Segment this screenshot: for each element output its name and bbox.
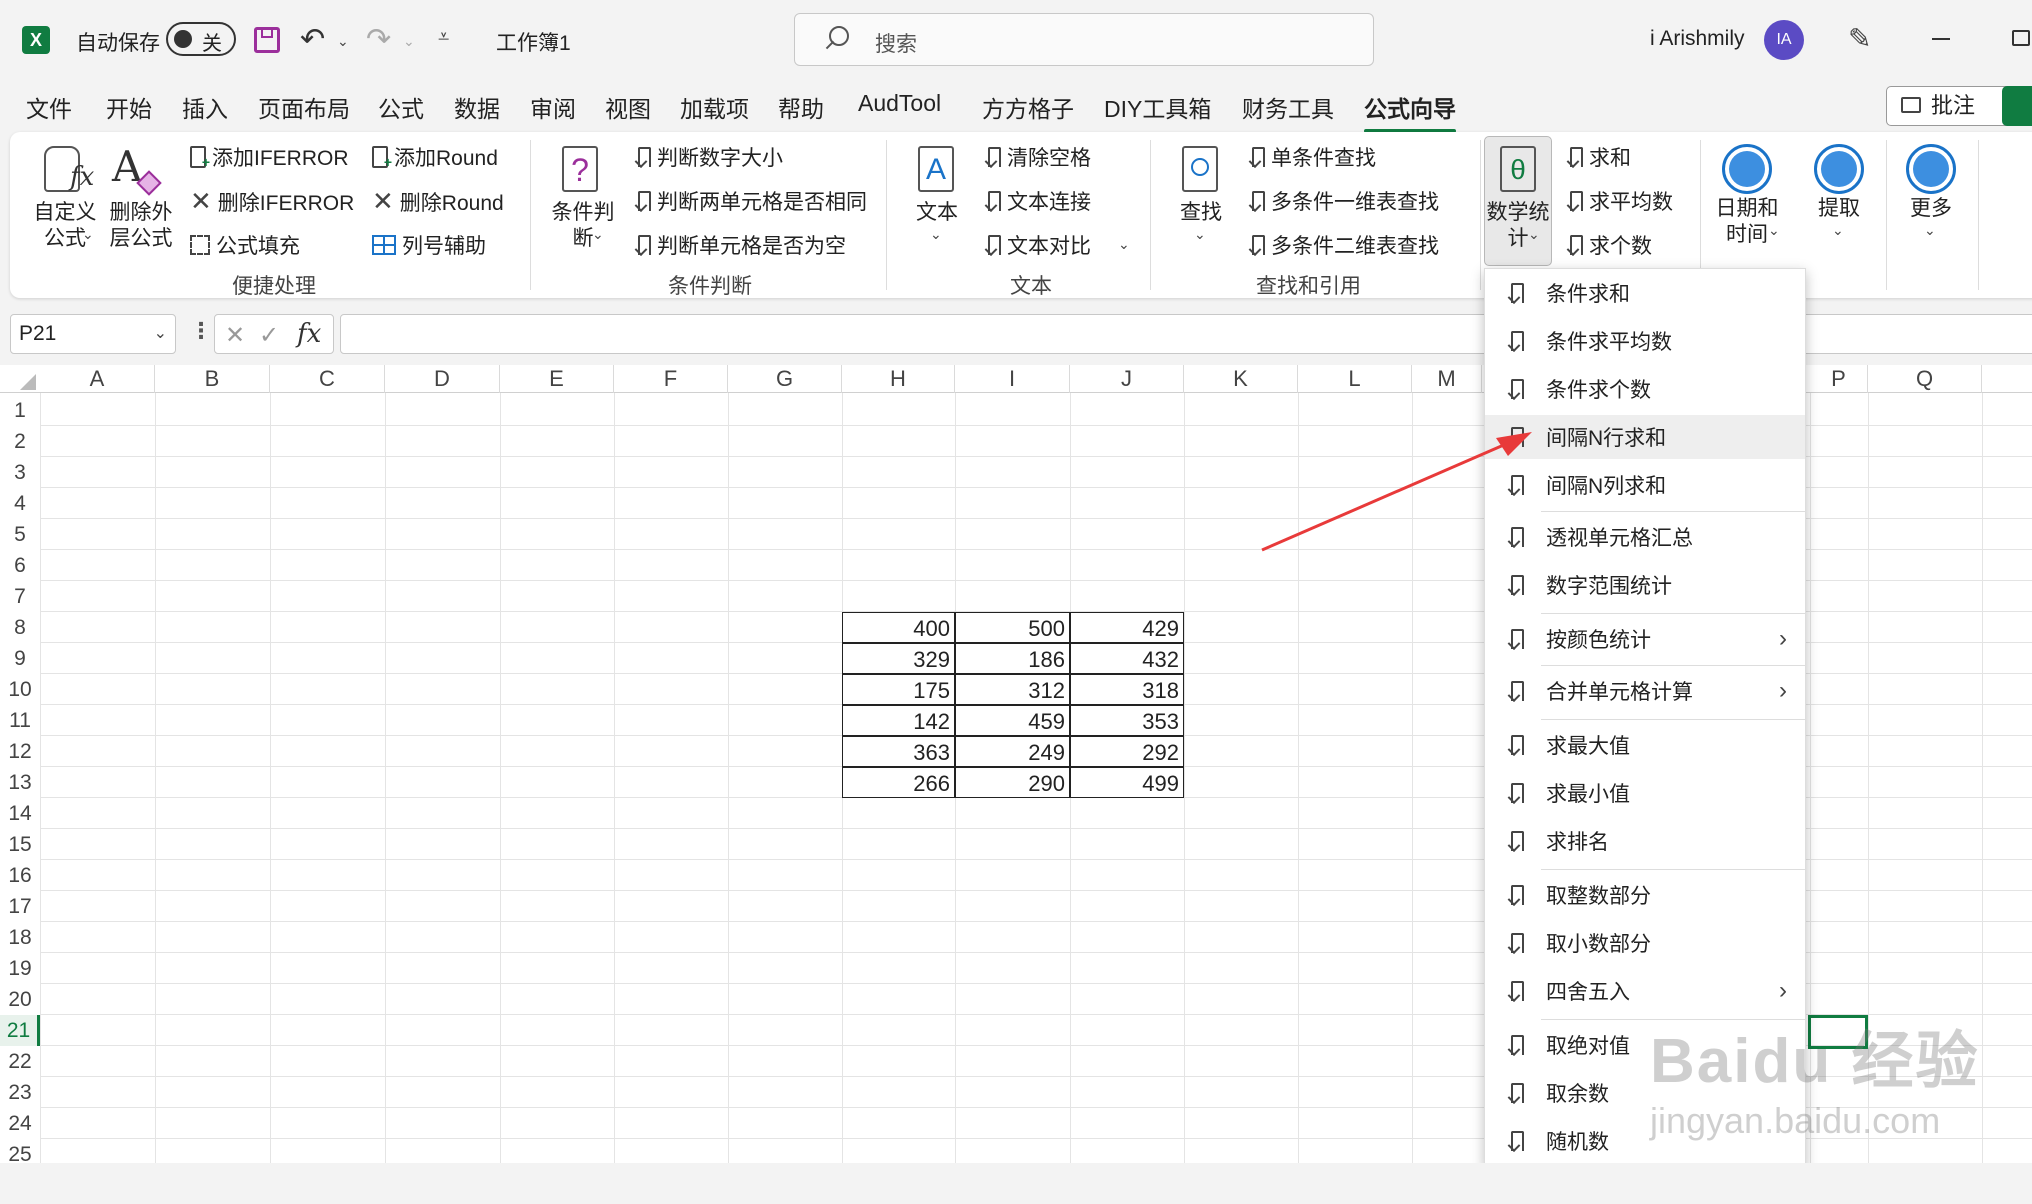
- arrow-shaft: [1261, 442, 1507, 552]
- watermark-url: jingyan.baidu.com: [1650, 1100, 1941, 1141]
- baidu-watermark: Baidu 经验 jingyan.baidu.com: [1650, 1010, 1979, 1142]
- arrow-head: [1496, 432, 1532, 456]
- watermark-brand: Baidu 经验: [1650, 1027, 1980, 1096]
- status-area: [0, 1163, 2032, 1204]
